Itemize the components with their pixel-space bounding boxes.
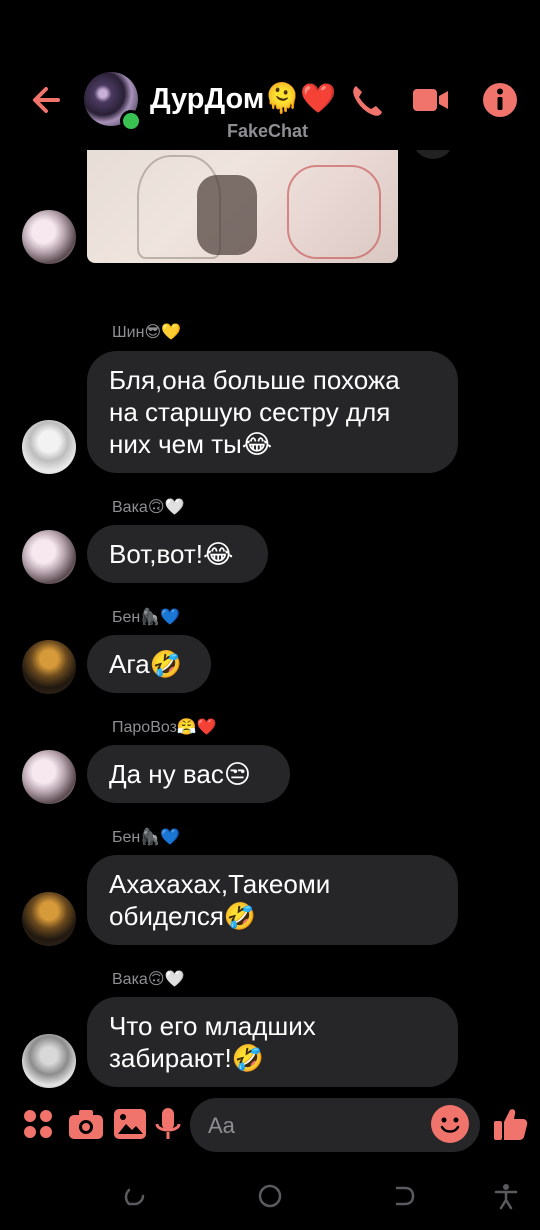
gallery-icon[interactable] <box>110 1104 150 1144</box>
avatar[interactable] <box>22 640 76 694</box>
message-sender: Вака🙃🤍 <box>112 971 185 988</box>
video-camera-icon[interactable] <box>410 80 450 120</box>
message-sender: Вака🙃🤍 <box>112 499 185 516</box>
avatar[interactable] <box>22 420 76 474</box>
phone-icon[interactable] <box>347 80 387 120</box>
message-bubble[interactable]: Да ну вас😒 <box>87 745 290 803</box>
message-composer: Aa <box>0 1090 540 1162</box>
camera-icon[interactable] <box>66 1104 106 1144</box>
message-bubble[interactable]: Ага🤣 <box>87 635 211 693</box>
message-sender: Бен🦍💙 <box>112 609 181 626</box>
online-status-dot <box>120 110 142 132</box>
message-bubble[interactable]: Вот,вот!😂 <box>87 525 268 583</box>
message-bubble[interactable]: Бля,она больше похожа на старшую сестру … <box>87 351 458 473</box>
chat-header: ДурДом🫠❤️ FakeChat <box>0 60 540 150</box>
avatar[interactable] <box>22 530 76 584</box>
thumbs-up-icon[interactable] <box>490 1104 530 1144</box>
avatar[interactable] <box>22 210 76 264</box>
avatar[interactable] <box>22 892 76 946</box>
smiley-face-icon <box>440 1117 460 1133</box>
chat-title[interactable]: ДурДом🫠❤️ <box>150 82 337 116</box>
message-sender: ПароВоз😤❤️ <box>112 719 217 736</box>
chat-subtitle: FakeChat <box>227 121 309 141</box>
emoji-icon[interactable] <box>431 1105 469 1143</box>
avatar[interactable] <box>22 750 76 804</box>
accessibility-icon[interactable] <box>492 1182 520 1210</box>
home-icon[interactable] <box>256 1182 284 1210</box>
avatar[interactable] <box>22 1034 76 1088</box>
message-bubble[interactable]: Что его младших забирают!🤣 <box>87 997 458 1087</box>
back-arrow-icon[interactable] <box>28 80 68 120</box>
system-navigation-bar <box>0 1162 540 1230</box>
shared-image[interactable] <box>87 145 398 263</box>
apps-icon[interactable] <box>18 1104 58 1144</box>
info-icon[interactable] <box>480 80 520 120</box>
message-sender: Бен🦍💙 <box>112 829 181 846</box>
message-input-placeholder: Aa <box>208 1113 235 1138</box>
message-bubble[interactable]: Ахахахах,Такеоми обиделся🤣 <box>87 855 458 945</box>
message-sender: Шин😎💛 <box>112 324 182 341</box>
microphone-icon[interactable] <box>148 1104 188 1144</box>
message-input[interactable]: Aa <box>190 1098 480 1152</box>
back-icon[interactable] <box>391 1182 419 1210</box>
recent-apps-icon[interactable] <box>121 1182 149 1210</box>
